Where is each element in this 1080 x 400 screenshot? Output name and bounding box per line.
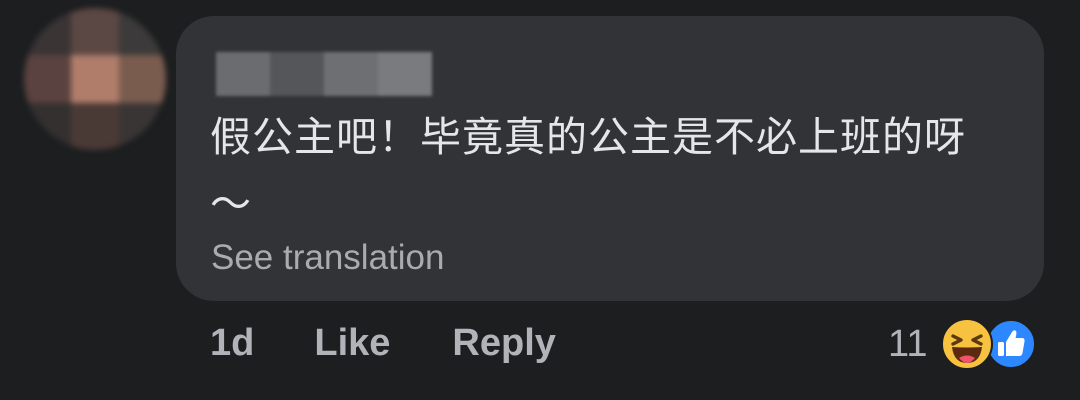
reaction-summary[interactable]: 11 [888,316,1037,372]
author-name-redacted[interactable] [216,52,432,96]
comment-thread: 假公主吧！毕竟真的公主是不必上班的呀～ See translation 1d L… [0,0,1080,400]
avatar[interactable] [24,8,166,150]
comment-text: 假公主吧！毕竟真的公主是不必上班的呀～ [210,113,966,228]
like-button[interactable]: Like [314,322,390,365]
reply-button[interactable]: Reply [452,322,555,365]
reaction-count: 11 [888,322,928,365]
comment-bubble: 假公主吧！毕竟真的公主是不必上班的呀～ See translation [176,16,1044,301]
comment-actions: 1d Like Reply [210,322,556,365]
haha-icon [941,318,994,370]
see-translation-link[interactable]: See translation [211,238,444,278]
timestamp[interactable]: 1d [210,322,254,365]
